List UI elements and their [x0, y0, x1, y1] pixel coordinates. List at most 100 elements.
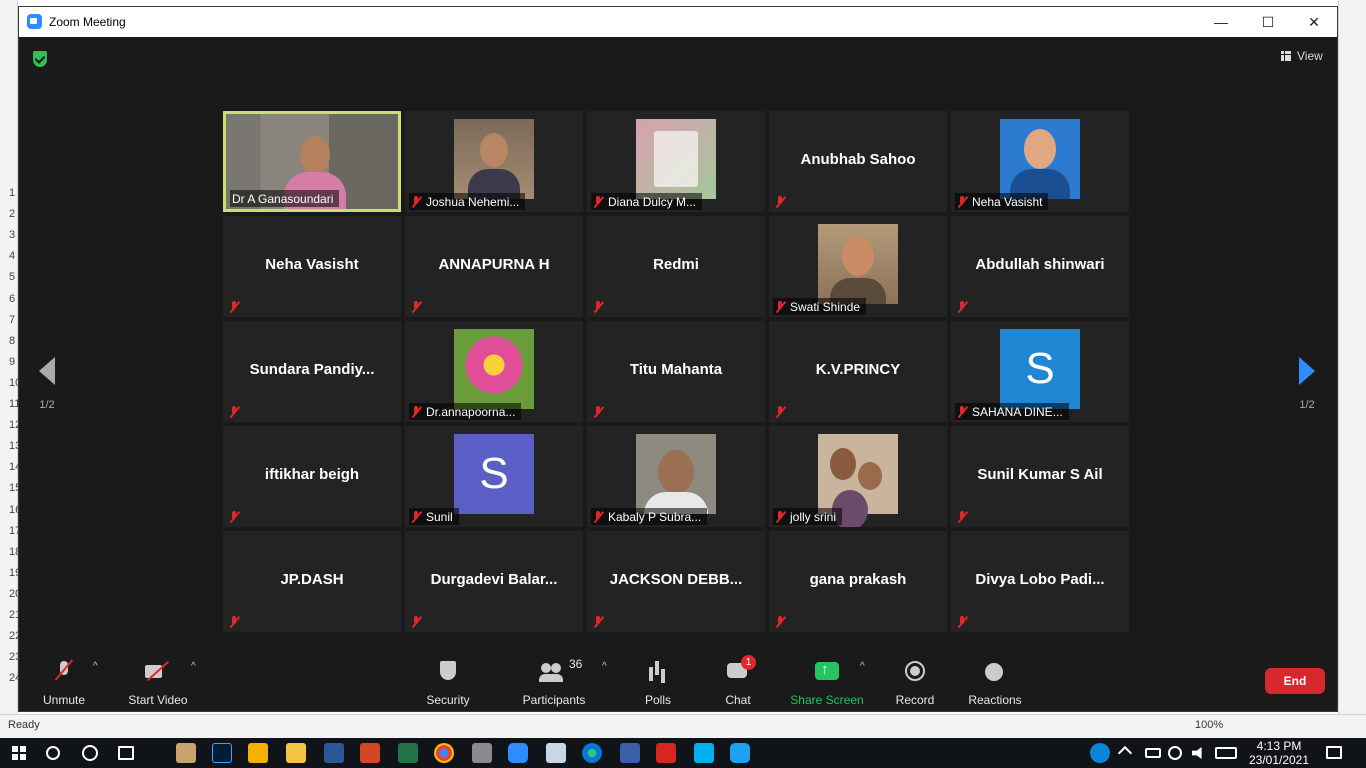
acrobat-app-icon[interactable]	[656, 743, 676, 763]
chrome-app-icon[interactable]	[434, 743, 454, 763]
close-button[interactable]: ✕	[1302, 11, 1326, 33]
participant-tile[interactable]: Durgadevi Balar...	[405, 531, 583, 632]
participant-tile[interactable]: jolly srini	[769, 426, 947, 527]
video-options-caret[interactable]: ^	[191, 661, 196, 672]
participant-tile[interactable]: Neha Vasisht	[223, 216, 401, 317]
record-button[interactable]: Record	[893, 659, 937, 707]
participant-tile[interactable]: JP.DASH	[223, 531, 401, 632]
task-view-icon[interactable]	[118, 746, 134, 760]
minimize-button[interactable]: —	[1209, 11, 1233, 33]
excel-row-number[interactable]: 2	[0, 208, 18, 229]
keyboard-icon[interactable]	[1215, 747, 1237, 759]
tray-expand-icon[interactable]	[1117, 745, 1133, 761]
excel-row-number[interactable]: 6	[0, 293, 18, 314]
chat-app-icon[interactable]	[730, 743, 750, 763]
excel-row-number[interactable]: 9	[0, 356, 18, 377]
participant-tile[interactable]: gana prakash	[769, 531, 947, 632]
help-icon[interactable]	[1090, 743, 1110, 763]
chat-button[interactable]: 1 Chat	[721, 655, 756, 707]
excel-row-number[interactable]: 10	[0, 377, 21, 398]
calculator-app-icon[interactable]	[472, 743, 492, 763]
store-app-icon[interactable]	[620, 743, 640, 763]
network-icon[interactable]	[1168, 746, 1182, 760]
search-icon[interactable]	[46, 746, 60, 760]
end-meeting-button[interactable]: End	[1265, 668, 1325, 694]
maximize-button[interactable]: ☐	[1256, 11, 1280, 33]
participant-tile[interactable]: Joshua Nehemi...	[405, 111, 583, 212]
excel-row-number[interactable]: 11	[0, 398, 20, 419]
audio-options-caret[interactable]: ^	[93, 661, 98, 672]
excel-zoom-level[interactable]: 100%	[1195, 719, 1223, 731]
participant-tile[interactable]: Dr A Ganasoundari	[223, 111, 401, 212]
powerpoint-app-icon[interactable]	[360, 743, 380, 763]
previous-page-button[interactable]: 1/2	[37, 357, 57, 411]
folder-app-icon[interactable]	[286, 743, 306, 763]
unmute-button[interactable]: Unmute	[39, 659, 89, 707]
excel-row-number[interactable]: 12	[0, 419, 21, 440]
participants-button[interactable]: 36 Participants	[519, 657, 589, 707]
participant-tile[interactable]: Redmi	[587, 216, 765, 317]
participant-tile[interactable]: iftikhar beigh	[223, 426, 401, 527]
participant-tile[interactable]: Diana Dulcy M...	[587, 111, 765, 212]
participant-tile[interactable]: Titu Mahanta	[587, 321, 765, 422]
volume-icon[interactable]	[1192, 747, 1202, 759]
excel-row-number[interactable]: 18	[0, 546, 21, 567]
system-clock[interactable]: 4:13 PM 23/01/2021	[1244, 739, 1314, 767]
excel-row-number[interactable]: 23	[0, 651, 21, 672]
photoshop-app-icon[interactable]	[212, 743, 232, 763]
excel-row-number[interactable]: 14	[0, 461, 21, 482]
excel-row-number[interactable]: 3	[0, 229, 18, 250]
participant-tile[interactable]: JACKSON DEBB...	[587, 531, 765, 632]
excel-row-number[interactable]: 5	[0, 271, 18, 292]
participant-tile[interactable]: ANNAPURNA H	[405, 216, 583, 317]
excel-row-number[interactable]: 17	[0, 525, 21, 546]
participant-tile[interactable]: Swati Shinde	[769, 216, 947, 317]
participant-tile[interactable]: Abdullah shinwari	[951, 216, 1129, 317]
participant-tile[interactable]: S SAHANA DINE...	[951, 321, 1129, 422]
participant-tile[interactable]: Divya Lobo Padi...	[951, 531, 1129, 632]
excel-row-number[interactable]: 22	[0, 630, 21, 651]
next-page-button[interactable]: 1/2	[1297, 357, 1317, 411]
view-button[interactable]: View	[1281, 49, 1323, 63]
excel-row-number[interactable]: 19	[0, 567, 21, 588]
participant-tile[interactable]: Sundara Pandiy...	[223, 321, 401, 422]
cortana-icon[interactable]	[82, 745, 98, 761]
start-video-button[interactable]: Start Video	[125, 659, 191, 707]
excel-row-number[interactable]: 1	[0, 187, 18, 208]
excel-row-number[interactable]: 20	[0, 588, 21, 609]
excel-row-number[interactable]: 21	[0, 609, 21, 630]
share-options-caret[interactable]: ^	[860, 661, 865, 672]
participant-tile[interactable]: Neha Vasisht	[951, 111, 1129, 212]
notifications-icon[interactable]	[1326, 746, 1342, 759]
windows-start-icon[interactable]	[12, 746, 26, 760]
excel-app-icon[interactable]	[398, 743, 418, 763]
battery-icon[interactable]	[1145, 748, 1161, 758]
excel-row-number[interactable]: 16	[0, 504, 21, 525]
participant-tile[interactable]: S Sunil	[405, 426, 583, 527]
file-explorer-app-icon[interactable]	[176, 743, 196, 763]
skype-app-icon[interactable]	[694, 743, 714, 763]
excel-row-number[interactable]: 15	[0, 482, 21, 503]
participants-options-caret[interactable]: ^	[602, 661, 607, 672]
share-screen-button[interactable]: Share Screen	[789, 659, 865, 707]
excel-row-number[interactable]: 4	[0, 250, 18, 271]
participant-tile[interactable]: Anubhab Sahoo	[769, 111, 947, 212]
security-button[interactable]: Security	[423, 659, 473, 707]
polls-button[interactable]: Polls	[639, 659, 677, 707]
sticky-notes-app-icon[interactable]	[248, 743, 268, 763]
word-app-icon[interactable]	[324, 743, 344, 763]
edge-app-icon[interactable]	[582, 743, 602, 763]
excel-row-number[interactable]: 24	[0, 672, 21, 693]
notepad-app-icon[interactable]	[546, 743, 566, 763]
excel-row-number[interactable]: 8	[0, 335, 18, 356]
participant-tile[interactable]: Kabaly P Subra...	[587, 426, 765, 527]
excel-row-number[interactable]: 7	[0, 314, 18, 335]
reactions-button[interactable]: Reactions	[967, 659, 1023, 707]
participant-tile[interactable]: Sunil Kumar S Ail	[951, 426, 1129, 527]
excel-row-number[interactable]: 13	[0, 440, 21, 461]
participant-tile[interactable]: K.V.PRINCY	[769, 321, 947, 422]
zoom-app-icon[interactable]	[508, 743, 528, 763]
participant-tile[interactable]: Dr.annapoorna...	[405, 321, 583, 422]
encryption-shield-icon[interactable]	[33, 51, 47, 67]
excel-scrollbar[interactable]	[1338, 0, 1366, 738]
